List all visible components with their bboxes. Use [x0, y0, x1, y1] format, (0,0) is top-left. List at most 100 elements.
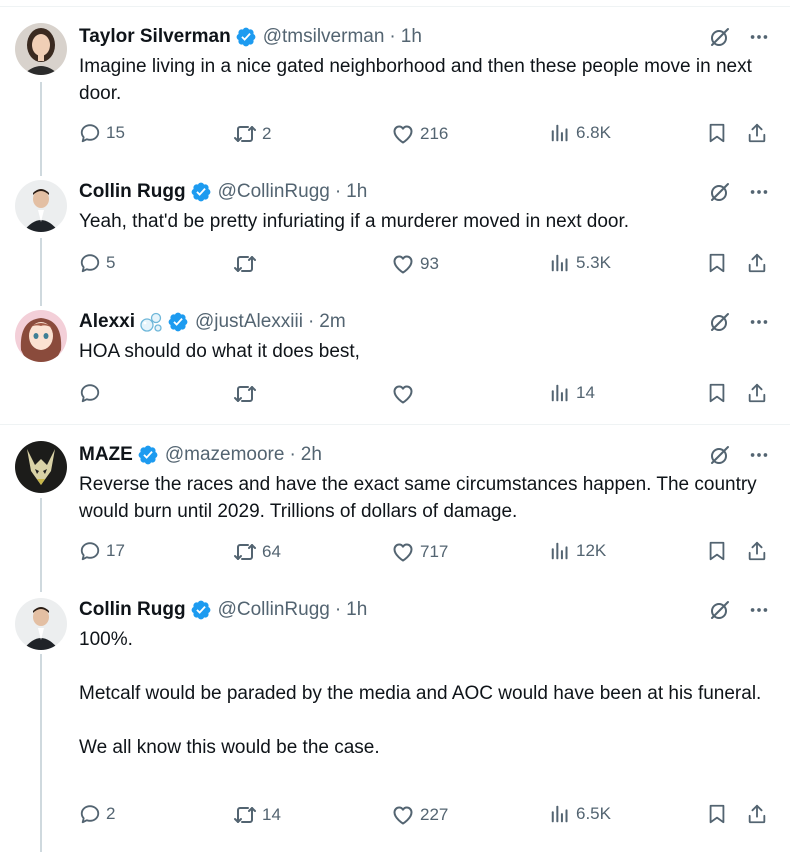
retweet-button[interactable] — [233, 252, 262, 276]
like-button[interactable]: 227 — [391, 803, 448, 827]
views-count: 12K — [576, 541, 607, 560]
tweet-text: Imagine living in a nice gated neighborh… — [79, 53, 769, 107]
separator: · — [289, 444, 296, 465]
tweet-text: Yeah, that'd be pretty infuriating if a … — [79, 208, 769, 235]
tweet-header: Alexxi @justAlexxiii · 2m — [79, 308, 346, 336]
username[interactable]: @CollinRugg — [218, 181, 330, 203]
retweet-count: 14 — [262, 805, 281, 824]
tweet-text: HOA should do what it does best, — [79, 338, 769, 365]
avatar[interactable] — [15, 598, 67, 650]
display-name[interactable]: Taylor Silverman — [79, 26, 231, 48]
grok-icon[interactable] — [708, 180, 732, 204]
display-name[interactable]: Collin Rugg — [79, 599, 186, 621]
header-actions — [708, 596, 770, 624]
timestamp[interactable]: 1h — [401, 26, 422, 48]
views-button[interactable]: 6.8K — [549, 122, 611, 144]
share-button[interactable] — [746, 803, 768, 825]
username[interactable]: @mazemoore — [165, 444, 285, 466]
header-actions — [708, 308, 770, 336]
avatar[interactable] — [15, 23, 67, 75]
reply-divider — [0, 424, 790, 425]
reply-button[interactable] — [79, 382, 106, 404]
retweet-button[interactable]: 2 — [233, 122, 271, 146]
header-actions — [708, 178, 770, 206]
bookmark-button[interactable] — [706, 122, 728, 144]
retweet-icon — [233, 803, 257, 827]
views-button[interactable]: 14 — [549, 382, 595, 404]
share-button[interactable] — [746, 252, 768, 274]
tweet-text-paragraph: Metcalf would be paraded by the media an… — [79, 683, 762, 704]
more-icon[interactable] — [748, 181, 770, 203]
timestamp[interactable]: 1h — [346, 181, 367, 203]
verified-badge-icon — [190, 599, 212, 621]
display-name[interactable]: Alexxi — [79, 311, 135, 333]
like-button[interactable]: 717 — [391, 540, 448, 564]
reply-button[interactable]: 15 — [79, 122, 125, 144]
tweet-text-paragraph: Reverse the races and have the exact sam… — [79, 474, 757, 522]
retweet-count: 64 — [262, 542, 281, 561]
views-button[interactable]: 12K — [549, 540, 606, 562]
like-button[interactable]: 93 — [391, 252, 439, 276]
timestamp[interactable]: 2m — [319, 311, 345, 333]
avatar[interactable] — [15, 441, 67, 493]
username[interactable]: @CollinRugg — [218, 599, 330, 621]
like-count: 93 — [420, 254, 439, 273]
reply-button[interactable]: 2 — [79, 803, 115, 825]
bookmark-icon — [706, 252, 728, 274]
grok-icon[interactable] — [708, 25, 732, 49]
views-button[interactable]: 5.3K — [549, 252, 611, 274]
grok-icon[interactable] — [708, 598, 732, 622]
reply-button[interactable]: 17 — [79, 540, 125, 562]
avatar[interactable] — [15, 310, 67, 362]
retweet-icon — [233, 252, 257, 276]
tweet-text-paragraph: HOA should do what it does best, — [79, 341, 360, 362]
username[interactable]: @justAlexxiii — [195, 311, 303, 333]
like-count: 717 — [420, 542, 449, 561]
share-button[interactable] — [746, 122, 768, 144]
grok-icon[interactable] — [708, 443, 732, 467]
retweet-button[interactable]: 64 — [233, 540, 281, 564]
like-button[interactable]: 216 — [391, 122, 448, 146]
share-button[interactable] — [746, 382, 768, 404]
username[interactable]: @tmsilverman — [263, 26, 385, 48]
timestamp[interactable]: 1h — [346, 599, 367, 621]
views-button[interactable]: 6.5K — [549, 803, 611, 825]
bookmark-button[interactable] — [706, 803, 728, 825]
tweet-text-paragraph: Imagine living in a nice gated neighborh… — [79, 56, 752, 104]
retweet-button[interactable] — [233, 382, 262, 406]
reply-button[interactable]: 5 — [79, 252, 115, 274]
bookmark-icon — [706, 382, 728, 404]
like-button[interactable] — [391, 382, 420, 406]
timestamp[interactable]: 2h — [301, 444, 322, 466]
separator: · — [307, 311, 315, 332]
more-icon[interactable] — [748, 444, 770, 466]
tweet-header: Collin Rugg @CollinRugg · 1h — [79, 178, 367, 206]
tweet-header: MAZE @mazemoore · 2h — [79, 441, 322, 469]
share-button[interactable] — [746, 540, 768, 562]
bookmark-icon — [706, 803, 728, 825]
action-bar: 2 14 227 6.5K — [0, 803, 790, 831]
like-icon — [391, 803, 415, 827]
tweet-header: Collin Rugg @CollinRugg · 1h — [79, 596, 367, 624]
display-name[interactable]: Collin Rugg — [79, 181, 186, 203]
more-icon[interactable] — [748, 599, 770, 621]
bookmark-icon — [706, 540, 728, 562]
bookmark-button[interactable] — [706, 540, 728, 562]
reply-count: 2 — [106, 804, 116, 823]
bookmark-button[interactable] — [706, 252, 728, 274]
bookmark-button[interactable] — [706, 382, 728, 404]
display-name[interactable]: MAZE — [79, 444, 133, 466]
bookmark-icon — [706, 122, 728, 144]
verified-badge-icon — [235, 26, 257, 48]
grok-icon[interactable] — [708, 310, 732, 334]
tweet-text-paragraph: 100%. — [79, 629, 133, 650]
more-icon[interactable] — [748, 26, 770, 48]
views-count: 14 — [576, 383, 595, 402]
retweet-icon — [233, 382, 257, 406]
like-icon — [391, 540, 415, 564]
reply-icon — [79, 382, 101, 404]
more-icon[interactable] — [748, 311, 770, 333]
avatar[interactable] — [15, 180, 67, 232]
retweet-button[interactable]: 14 — [233, 803, 281, 827]
action-bar: 5 93 5.3K — [0, 252, 790, 280]
